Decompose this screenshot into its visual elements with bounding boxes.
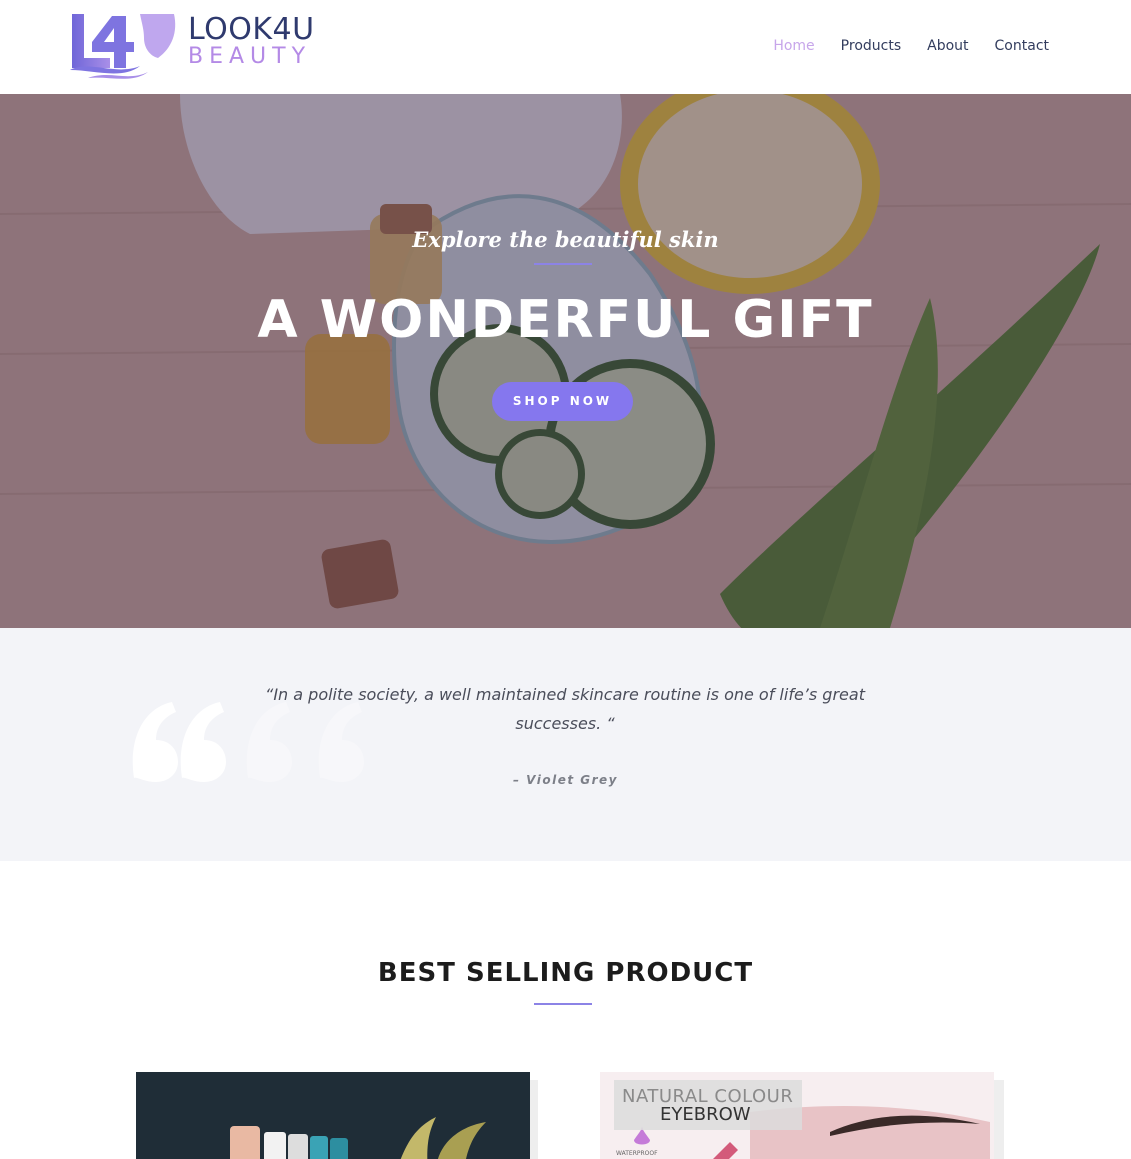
skincare-bottles-image — [136, 1072, 530, 1159]
card-shadow — [994, 1080, 1004, 1159]
main-nav: Home Products About Contact — [747, 38, 1049, 54]
best-selling-divider — [534, 1003, 592, 1005]
product-card-skincare[interactable] — [136, 1072, 530, 1159]
brand-logo[interactable]: LOOK4U BEAUTY — [68, 8, 328, 84]
eyebrow-label-line2: EYEBROW — [660, 1104, 751, 1125]
brand-name-top: LOOK4U — [188, 12, 315, 47]
eyebrow-label-line3: WATERPROOF — [616, 1150, 658, 1157]
logo-mark-icon — [70, 14, 176, 79]
nav-item-about[interactable]: About — [927, 38, 968, 54]
nav-item-products[interactable]: Products — [841, 38, 901, 54]
hero-banner: Explore the beautiful skin A WONDERFUL G… — [0, 94, 1131, 628]
best-selling-title: BEST SELLING PRODUCT — [377, 958, 754, 988]
site-header: LOOK4U BEAUTY Home Products About Contac… — [0, 0, 1131, 94]
hero-overlay — [0, 94, 1131, 628]
quote-author: – Violet Grey — [512, 773, 618, 787]
nav-item-home[interactable]: Home — [773, 38, 814, 54]
brand-name-bottom: BEAUTY — [188, 44, 312, 69]
hero-divider — [534, 263, 592, 265]
quote-section: “In a polite society, a well maintained … — [0, 628, 1131, 861]
hero-title: A WONDERFUL GIFT — [257, 290, 874, 350]
product-card-eyebrow[interactable]: NATURAL COLOUR EYEBROW WATERPROOF — [600, 1072, 994, 1159]
shop-now-button[interactable]: SHOP NOW — [492, 382, 633, 421]
nav-item-contact[interactable]: Contact — [995, 38, 1049, 54]
quote-text: “In a polite society, a well maintained … — [265, 685, 865, 733]
hero-subtitle: Explore the beautiful skin — [412, 227, 719, 252]
